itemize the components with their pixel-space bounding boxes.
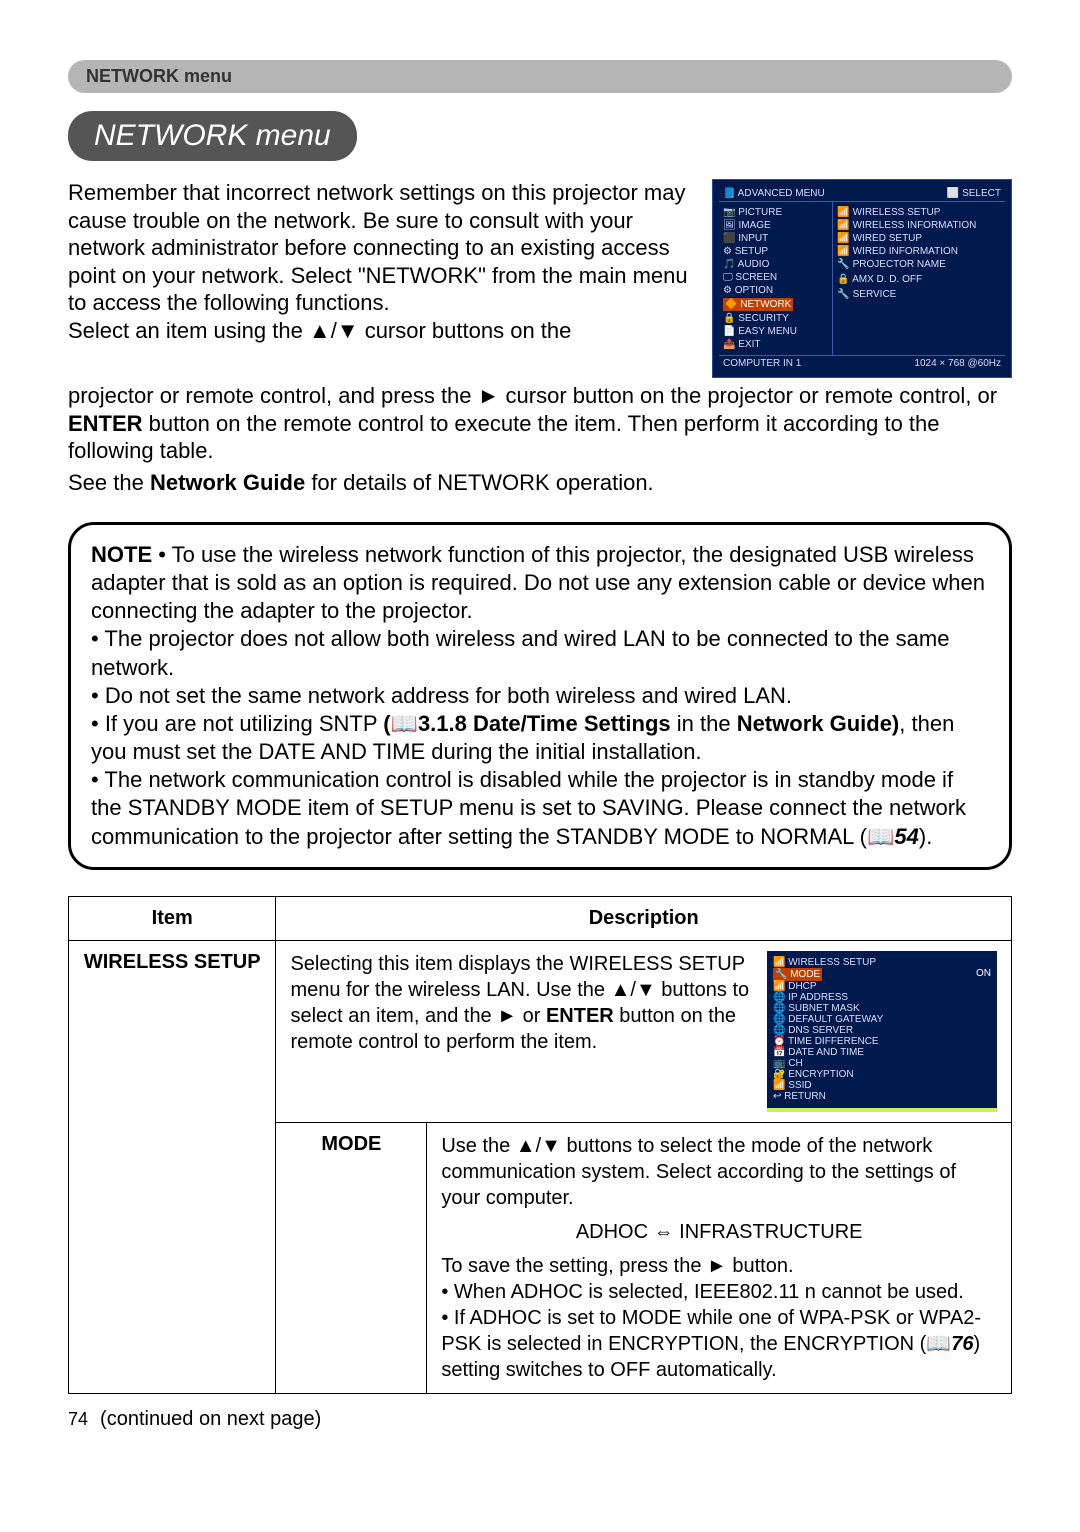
osd-advanced-menu-preview: 📘 ADVANCED MENU ⬜ SELECT 📷 PICTURE 🖼 IMA… bbox=[712, 179, 1012, 378]
mini-item: 📺 CH bbox=[773, 1058, 991, 1069]
note-lead: NOTE bbox=[91, 542, 152, 567]
note-1: • To use the wireless network function o… bbox=[91, 542, 985, 623]
osd-left-item: 🎵 AUDIO bbox=[723, 258, 828, 271]
body-paragraph: projector or remote control, and press t… bbox=[68, 382, 1012, 465]
osd-right-item: 🔧 SERVICE bbox=[837, 288, 1001, 301]
th-item: Item bbox=[69, 896, 276, 940]
mini-highlight: 🔧 MODE bbox=[773, 968, 822, 981]
mini-on: ON bbox=[976, 968, 991, 979]
note-2: • The projector does not allow both wire… bbox=[91, 625, 989, 681]
osd-left-item: 📷 PICTURE bbox=[723, 206, 828, 219]
osd-left-item: ⬛ INPUT bbox=[723, 232, 828, 245]
mode-p1: Use the ▲/▼ buttons to select the mode o… bbox=[441, 1133, 997, 1211]
osd-right-item: 📶 WIRED INFORMATION bbox=[837, 245, 1001, 258]
osd-right-item: 📶 WIRELESS INFORMATION bbox=[837, 219, 1001, 232]
osd-left-item: 📄 EASY MENU bbox=[723, 325, 828, 338]
osd-left-item: 🔒 SECURITY bbox=[723, 312, 828, 325]
osd-right-item: 📶 WIRELESS SETUP bbox=[837, 206, 1001, 219]
mini-item: 📶 DHCP bbox=[773, 981, 991, 992]
mini-item: 📅 DATE AND TIME bbox=[773, 1047, 991, 1058]
osd-header-right: ⬜ SELECT bbox=[947, 188, 1001, 199]
note-3: • Do not set the same network address fo… bbox=[91, 682, 989, 710]
osd-left-item: 🖼 IMAGE bbox=[723, 219, 828, 232]
desc-enter: ENTER bbox=[546, 1005, 614, 1027]
mode-p2: To save the setting, press the ► button. bbox=[441, 1253, 997, 1279]
mini-item: ⏰ TIME DIFFERENCE bbox=[773, 1036, 991, 1047]
th-description: Description bbox=[276, 896, 1012, 940]
intro-paragraph-1: Remember that incorrect network settings… bbox=[68, 179, 700, 317]
page-number: 74 bbox=[68, 1409, 88, 1430]
osd-left-item: ⚙ OPTION bbox=[723, 284, 828, 297]
osd-footer-left: COMPUTER IN 1 bbox=[723, 358, 801, 369]
osd-left-item: 📤 EXIT bbox=[723, 338, 828, 351]
settings-table: Item Description WIRELESS SETUP Selectin… bbox=[68, 896, 1012, 1394]
mini-item: ↩ RETURN bbox=[773, 1091, 991, 1102]
body-text-2b: for details of NETWORK operation. bbox=[305, 470, 653, 495]
body-paragraph-2: See the Network Guide for details of NET… bbox=[68, 469, 1012, 497]
item-wireless-setup: WIRELESS SETUP bbox=[69, 940, 276, 1393]
note-box: NOTE • To use the wireless network funct… bbox=[68, 522, 1012, 870]
sub-item-mode: MODE bbox=[276, 1122, 427, 1393]
mini-item: 📶 SSID bbox=[773, 1080, 991, 1091]
mini-item: 🌐 DNS SERVER bbox=[773, 1025, 991, 1036]
osd-left-highlight: 🔶 NETWORK bbox=[723, 298, 793, 311]
body-text-2a: See the bbox=[68, 470, 150, 495]
mini-item: 🌐 DEFAULT GATEWAY bbox=[773, 1014, 991, 1025]
note-4: • If you are not utilizing SNTP (📖3.1.8 … bbox=[91, 710, 989, 766]
mini-item: 🌐 IP ADDRESS bbox=[773, 992, 991, 1003]
mini-title: 📶 WIRELESS SETUP bbox=[773, 957, 991, 968]
mode-p4: • If ADHOC is set to MODE while one of W… bbox=[441, 1305, 997, 1383]
note-5: • The network communication control is d… bbox=[91, 766, 989, 850]
desc-mode: Use the ▲/▼ buttons to select the mode o… bbox=[427, 1122, 1012, 1393]
osd-footer-right: 1024 × 768 @60Hz bbox=[914, 358, 1001, 369]
mini-item: 🌐 SUBNET MASK bbox=[773, 1003, 991, 1014]
continued-text: (continued on next page) bbox=[100, 1408, 321, 1431]
mode-p3: • When ADHOC is selected, IEEE802.11 n c… bbox=[441, 1279, 997, 1305]
osd-left-item: ⚙ SETUP bbox=[723, 245, 828, 258]
osd-right-item: 🔒 AMX D. D. OFF bbox=[837, 273, 1001, 286]
desc-wireless-setup: Selecting this item displays the WIRELES… bbox=[276, 940, 1012, 1122]
enter-bold: ENTER bbox=[68, 411, 143, 436]
body-text-1b: button on the remote control to execute … bbox=[68, 411, 940, 464]
osd-header-left: 📘 ADVANCED MENU bbox=[723, 188, 825, 199]
intro-paragraph-2: Select an item using the ▲/▼ cursor butt… bbox=[68, 317, 700, 345]
section-banner: NETWORK menu bbox=[68, 60, 1012, 93]
osd-wireless-setup-preview: 📶 WIRELESS SETUP 🔧 MODE ON 📶 DHCP 🌐 IP AD… bbox=[767, 951, 997, 1112]
mini-item: 🔐 ENCRYPTION bbox=[773, 1069, 991, 1080]
osd-right-item: 📶 WIRED SETUP bbox=[837, 232, 1001, 245]
osd-left-item: 🖵 SCREEN bbox=[723, 271, 828, 284]
osd-right-item: 🔧 PROJECTOR NAME bbox=[837, 258, 1001, 271]
page-title-pill: NETWORK menu bbox=[68, 111, 357, 161]
network-guide-bold: Network Guide bbox=[150, 470, 305, 495]
body-text-1: projector or remote control, and press t… bbox=[68, 383, 997, 408]
mode-adhoc-line: ADHOC ⇔ INFRASTRUCTURE bbox=[441, 1219, 997, 1245]
